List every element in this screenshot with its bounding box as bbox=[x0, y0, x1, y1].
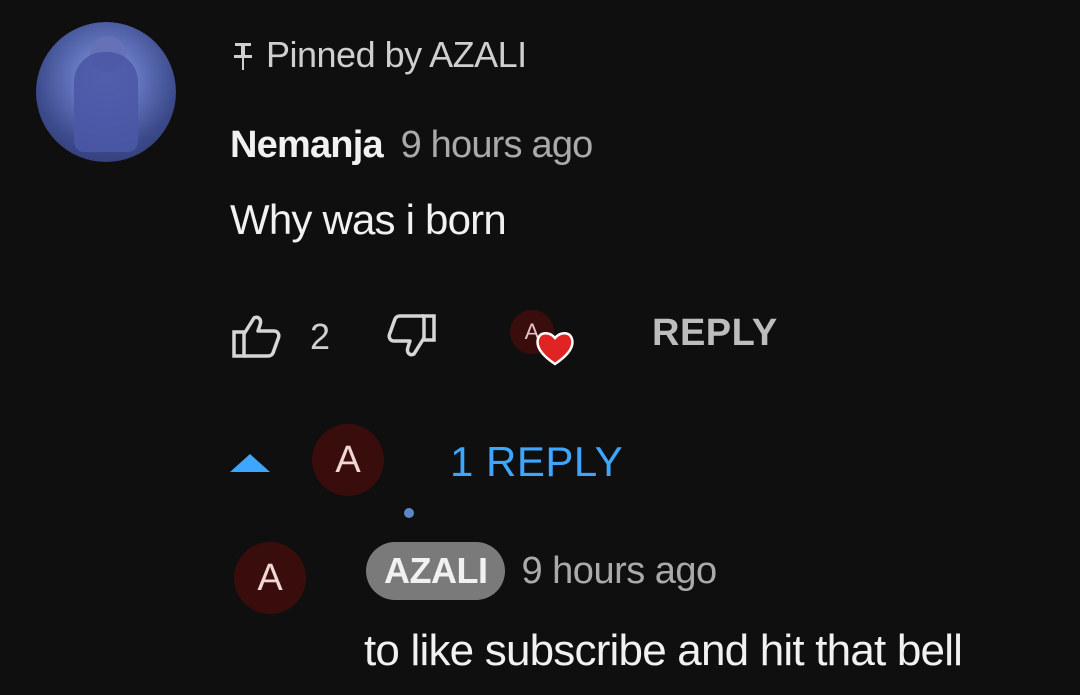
replies-author-avatar: A bbox=[312, 424, 384, 496]
pin-icon bbox=[234, 43, 252, 70]
pinned-label: Pinned by AZALI bbox=[232, 34, 527, 76]
replies-count-label[interactable]: 1 REPLY bbox=[450, 438, 623, 486]
comment-author[interactable]: Nemanja bbox=[230, 124, 384, 166]
caret-up-icon bbox=[230, 454, 270, 472]
creator-heart-badge: A bbox=[510, 310, 580, 370]
view-replies-toggle[interactable]: A 1 REPLY bbox=[230, 420, 690, 500]
commenter-avatar[interactable] bbox=[36, 22, 176, 162]
comment-header: Nemanja 9 hours ago bbox=[230, 124, 594, 167]
reply-button[interactable]: REPLY bbox=[652, 312, 778, 355]
pinned-text: Pinned by AZALI bbox=[266, 34, 527, 75]
thread-connector-dot bbox=[404, 508, 414, 518]
like-count: 2 bbox=[310, 316, 331, 357]
reply-timestamp[interactable]: 9 hours ago bbox=[521, 550, 717, 593]
comment-body: Why was i born bbox=[230, 196, 507, 243]
reply-author-avatar[interactable]: A bbox=[234, 542, 306, 614]
avatar-figure-body bbox=[74, 52, 138, 152]
comment-timestamp[interactable]: 9 hours ago bbox=[401, 124, 594, 166]
thumbs-down-icon[interactable] bbox=[386, 312, 438, 360]
reply-header: AZALI 9 hours ago bbox=[366, 542, 717, 606]
thumbs-up-icon[interactable] bbox=[230, 312, 282, 360]
creator-heart-icon bbox=[536, 332, 574, 366]
comment-thread: Pinned by AZALI Nemanja 9 hours ago Why … bbox=[0, 0, 1080, 695]
reply-author-chip[interactable]: AZALI bbox=[366, 542, 506, 600]
reply-body: to like subscribe and hit that bell bbox=[364, 626, 963, 675]
reply-comment: A AZALI 9 hours ago to like subscribe and… bbox=[0, 530, 1080, 690]
comment-actions: 2 A REPLY bbox=[230, 308, 830, 366]
